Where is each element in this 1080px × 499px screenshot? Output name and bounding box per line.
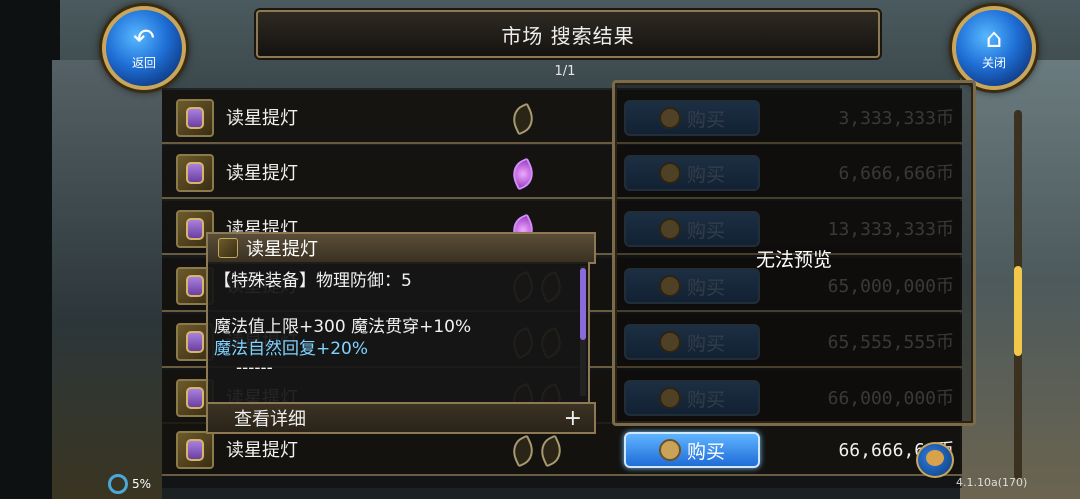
back-arrow-icon: ↶ [133,23,155,54]
coin-icon [658,439,681,461]
tooltip-scrollbar[interactable] [580,266,586,396]
item-name: 读星提灯 [226,108,298,129]
lantern-icon [176,154,214,192]
tooltip-line: 【特殊装备】物理防御：5 [214,271,412,291]
battery-icon [108,474,128,494]
leaf-icon [507,434,539,468]
battery-level: 5% [132,477,152,491]
list-scrollbar[interactable] [1014,110,1022,480]
tooltip-line: ------ [236,358,273,378]
avatar[interactable] [916,442,954,478]
item-name: 读星提灯 [226,163,298,184]
buy-label: 购买 [686,440,725,463]
item-icon [218,238,238,258]
back-button[interactable]: ↶ 返回 [102,6,186,90]
tooltip-title: 读星提灯 [246,239,318,260]
preview-panel: 无法预览 [612,80,976,426]
battery-indicator: 5% [108,474,151,494]
background-scene [52,60,162,499]
tooltip-title-bar: 读星提灯 [206,232,596,264]
home-icon: ⌂ [985,23,1003,54]
purple-leaf-icon [507,157,539,191]
plus-icon: + [563,405,582,431]
version-label: 4.1.10a(170) [956,476,1028,489]
close-label: 关闭 [981,55,1006,70]
back-label: 返回 [131,55,156,70]
view-details-label: 查看详细 [234,409,306,430]
lantern-icon [176,99,214,137]
preview-message: 无法预览 [755,249,832,271]
page-title: 市场 搜索结果 [256,10,880,58]
leaf-icon [507,102,539,136]
view-details-button[interactable]: 查看详细 + [206,402,596,434]
close-button[interactable]: ⌂ 关闭 [952,6,1036,90]
page-indicator: 1/1 [554,64,576,79]
tooltip-line: 魔法自然回复+20% [214,339,369,359]
tooltip-body: 【特殊装备】物理防御：5 魔法值上限+300 魔法贯穿+10% 魔法自然回复+2… [206,262,590,404]
item-name: 读星提灯 [226,440,298,461]
tooltip-scrollbar-thumb[interactable] [580,268,586,340]
scrollbar-thumb[interactable] [1014,266,1022,356]
background-left [0,0,60,499]
buy-button[interactable]: 购买 [624,432,760,468]
leaf-icon [535,434,567,468]
lantern-icon [176,431,214,469]
